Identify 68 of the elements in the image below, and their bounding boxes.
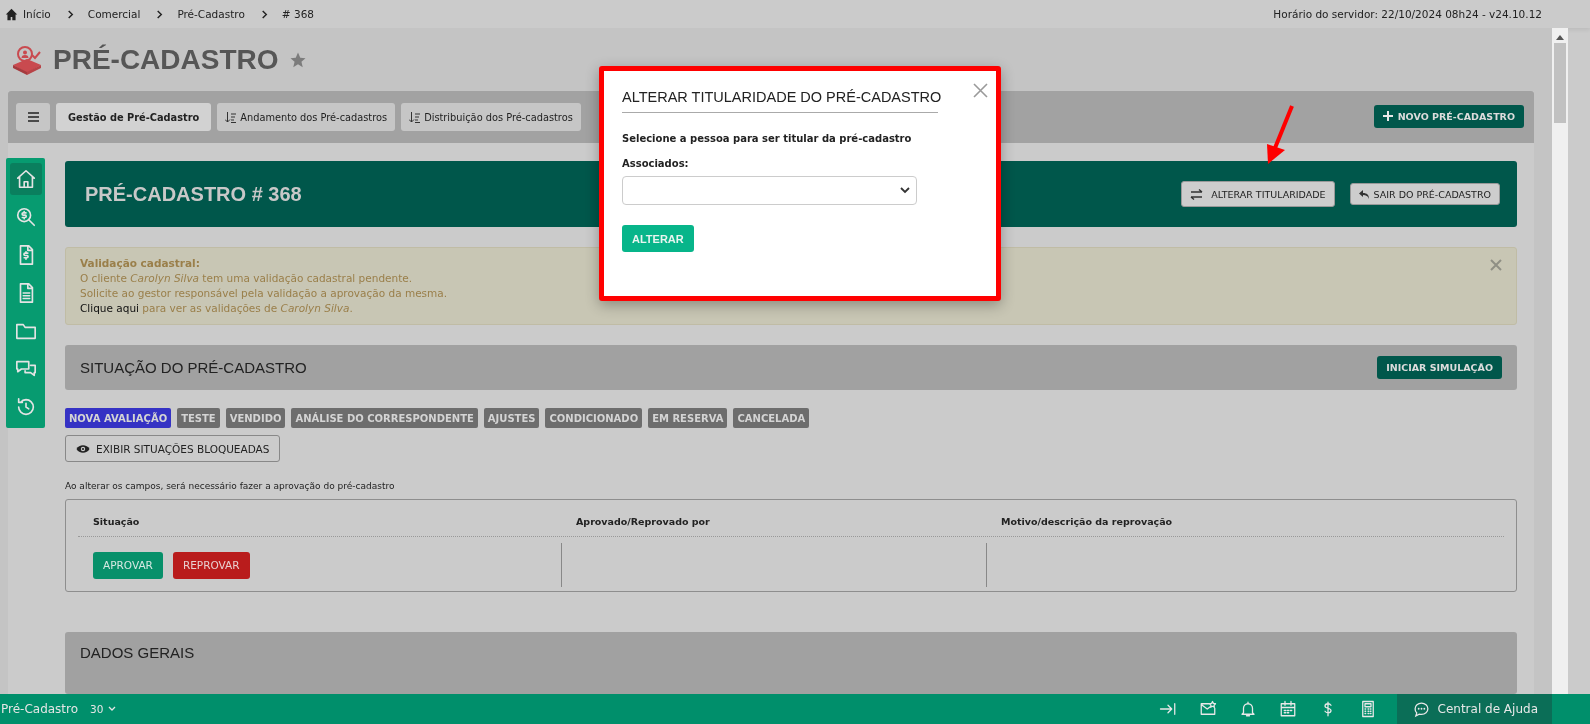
approval-note: Ao alterar os campos, será necessário fazer a aprovação do pré-cadastro: [65, 481, 396, 491]
show-blocked-button[interactable]: EXIBIR SITUAÇÕES BLOQUEADAS: [65, 435, 281, 462]
status-tag[interactable]: EM RESERVA: [648, 408, 728, 428]
status-tag[interactable]: CONDICIONADO: [545, 408, 643, 428]
record-title: PRÉ-CADASTRO # 368: [85, 182, 302, 206]
column-header: Situação: [93, 516, 141, 527]
section-title: DADOS GERAIS: [80, 644, 195, 661]
change-holder-button[interactable]: ALTERAR TITULARIDADE: [1181, 181, 1335, 207]
search-dollar-icon: [14, 206, 37, 228]
user-check-icon: [11, 44, 43, 75]
status-tag[interactable]: AJUSTES: [483, 408, 540, 428]
breadcrumb-link[interactable]: # 368: [281, 8, 314, 20]
server-info: Horário do servidor: 22/10/2024 08h24 - v24.10.12: [1273, 8, 1542, 20]
home-icon: [5, 7, 18, 21]
menu-icon: [27, 112, 39, 122]
breadcrumb-link[interactable]: Comercial: [87, 8, 141, 20]
status-tag[interactable]: ANÁLISE DO CORRESPONDENTE: [291, 408, 478, 428]
swap-arrows-icon: [1190, 188, 1204, 200]
count-dropdown[interactable]: 30: [84, 702, 123, 716]
alert-message: para ver as validações de Carolyn Silva.: [142, 302, 353, 314]
arrow-to-line-icon[interactable]: [1158, 700, 1177, 718]
chevron-icon: [155, 9, 165, 19]
close-icon[interactable]: [973, 83, 988, 98]
alert-message: Solicite ao gestor responsável pela validação a aprovação da mesma.: [80, 286, 448, 301]
field-label: Associados:: [622, 158, 690, 169]
reply-arrow-icon: [1358, 189, 1369, 199]
eye-icon: [76, 443, 90, 454]
new-record-button[interactable]: NOVO PRÉ-CADASTRO: [1373, 104, 1524, 128]
menu-button[interactable]: [16, 103, 50, 131]
start-simulation-button[interactable]: INICIAR SIMULAÇÃO: [1377, 356, 1502, 379]
status-tag[interactable]: TESTE: [177, 408, 220, 428]
approve-button[interactable]: APROVAR: [93, 551, 163, 579]
chevron-down-icon: [900, 187, 910, 194]
tab[interactable]: Gestão de Pré-Cadastro: [56, 103, 212, 131]
bell-icon[interactable]: [1238, 700, 1257, 718]
close-icon[interactable]: [1490, 259, 1502, 271]
breadcrumb-link[interactable]: Início: [23, 8, 51, 20]
validation-link[interactable]: Clique aqui: [80, 302, 139, 314]
status-tag[interactable]: NOVA AVALIAÇÃO: [65, 408, 172, 428]
help-button[interactable]: Central de Ajuda: [1396, 694, 1552, 724]
scroll-up-icon[interactable]: [1556, 34, 1564, 40]
chevron-icon: [65, 9, 75, 19]
chat-dots-icon: [1412, 700, 1430, 718]
column-header: Motivo/descrição da reprovação: [1001, 516, 1174, 527]
calendar-icon[interactable]: [1278, 700, 1297, 718]
caret-icon: [108, 706, 117, 712]
page-title: PRÉ-CADASTRO: [53, 43, 279, 76]
reject-button[interactable]: REPROVAR: [172, 551, 250, 579]
tab[interactable]: Andamento dos Pré-cadastros: [217, 103, 396, 131]
alert-title: Validação cadastral:: [80, 256, 201, 271]
tab[interactable]: Distribuição dos Pré-cadastros: [401, 103, 581, 131]
column-header: Aprovado/Reprovado por: [576, 516, 711, 527]
home-icon: [14, 168, 37, 190]
status-tag[interactable]: VENDIDO: [225, 408, 286, 428]
associates-select[interactable]: [622, 176, 917, 205]
home-button[interactable]: [9, 163, 42, 195]
module-name: Pré-Cadastro: [0, 702, 79, 716]
section-title: SITUAÇÃO DO PRÉ-CADASTRO: [80, 359, 307, 376]
plus-icon: [1382, 111, 1393, 121]
scrollbar[interactable]: [1552, 28, 1568, 694]
chevron-icon: [259, 9, 269, 19]
envelope-star-icon[interactable]: [1198, 700, 1217, 718]
modal-instruction: Selecione a pessoa para ser titular da pré-cadastro: [622, 133, 913, 144]
breadcrumb-link[interactable]: Pré-Cadastro: [177, 8, 245, 20]
alert-message: O cliente Carolyn Silva tem uma validação cadastral pendente.: [80, 271, 414, 286]
status-tag[interactable]: CANCELADA: [733, 408, 810, 428]
scrollbar-thumb[interactable]: [1554, 43, 1566, 123]
exit-button[interactable]: SAIR DO PRÉ-CADASTRO: [1349, 183, 1500, 205]
